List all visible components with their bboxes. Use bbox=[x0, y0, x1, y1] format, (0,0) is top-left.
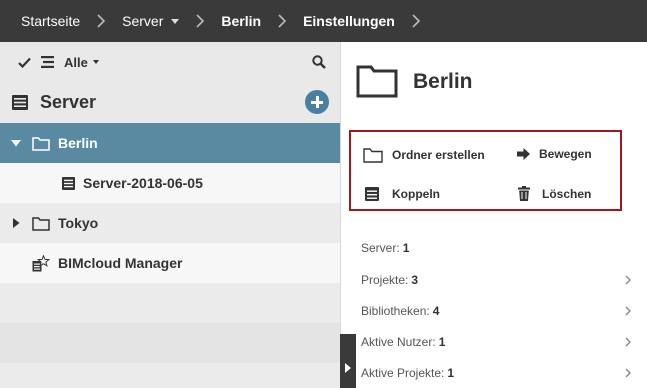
server-section-header: Server bbox=[0, 82, 340, 123]
tree-empty-row bbox=[0, 323, 340, 363]
tree-item-label: Berlin bbox=[58, 135, 98, 151]
breadcrumb-item-berlin[interactable]: Berlin bbox=[221, 13, 261, 29]
tree-item-label: Server-2018-06-05 bbox=[83, 175, 203, 191]
caret-right-icon bbox=[345, 363, 351, 373]
caret-down-icon bbox=[92, 60, 99, 64]
create-folder-button[interactable]: Ordner erstellen bbox=[363, 147, 485, 163]
page-title: Berlin bbox=[413, 70, 473, 93]
tree-item-label: BIMcloud Manager bbox=[58, 255, 183, 271]
details-panel: Berlin Ordner erstellen Bewegen Koppeln … bbox=[340, 42, 647, 388]
chevron-right-icon bbox=[196, 14, 205, 28]
add-server-button[interactable] bbox=[305, 90, 329, 114]
caret-right-icon[interactable] bbox=[13, 218, 20, 228]
server-icon bbox=[62, 176, 75, 190]
action-label: Ordner erstellen bbox=[392, 148, 485, 162]
server-icon bbox=[12, 95, 28, 110]
chevron-right-icon bbox=[412, 14, 420, 28]
manager-icon bbox=[32, 254, 50, 271]
tree-item-bimcloud-manager[interactable]: BIMcloud Manager bbox=[0, 243, 340, 283]
chevron-right-icon[interactable] bbox=[625, 368, 631, 378]
trash-icon bbox=[518, 186, 530, 201]
server-tree-panel: Alle Server Berlin Server-2018-06-05 Tok… bbox=[0, 42, 340, 388]
action-label: Bewegen bbox=[539, 147, 592, 161]
section-title: Server bbox=[40, 92, 97, 112]
stat-value: 3 bbox=[411, 273, 419, 287]
tree-item-tokyo[interactable]: Tokyo bbox=[0, 203, 340, 243]
stat-active-users[interactable]: Aktive Nutzer: 1 bbox=[361, 332, 631, 352]
stat-active-projects[interactable]: Aktive Projekte: 1 bbox=[361, 363, 631, 383]
chevron-right-icon[interactable] bbox=[625, 306, 631, 316]
tree-item-server[interactable]: Server-2018-06-05 bbox=[0, 163, 340, 203]
stat-libraries[interactable]: Bibliotheken: 4 bbox=[361, 301, 631, 321]
folder-icon bbox=[32, 216, 50, 231]
server-icon bbox=[365, 187, 379, 201]
link-button[interactable]: Koppeln bbox=[365, 187, 440, 201]
stat-label: Bibliotheken: bbox=[361, 304, 430, 318]
breadcrumb-item-label: Server bbox=[122, 13, 164, 29]
filter-dropdown[interactable]: Alle bbox=[64, 55, 99, 70]
action-label: Koppeln bbox=[392, 187, 440, 201]
stat-server: Server: 1 bbox=[361, 238, 631, 258]
arrow-right-icon bbox=[517, 148, 530, 160]
caret-down-icon[interactable] bbox=[11, 139, 21, 147]
tree-item-label: Tokyo bbox=[58, 215, 99, 231]
stat-value: 1 bbox=[438, 335, 446, 349]
folder-icon bbox=[32, 136, 50, 151]
panel-collapse-toggle[interactable] bbox=[340, 334, 356, 388]
stat-label: Server: bbox=[361, 241, 400, 255]
chevron-right-icon bbox=[97, 14, 106, 28]
checkmark-icon[interactable] bbox=[18, 57, 31, 68]
move-button[interactable]: Bewegen bbox=[517, 147, 592, 161]
stat-label: Aktive Nutzer: bbox=[361, 335, 436, 349]
tree-empty-row bbox=[0, 283, 340, 323]
chevron-right-icon bbox=[278, 14, 287, 28]
stat-label: Projekte: bbox=[361, 273, 409, 287]
stat-projects[interactable]: Projekte: 3 bbox=[361, 270, 631, 290]
folder-icon bbox=[363, 148, 383, 163]
stat-value: 4 bbox=[432, 304, 440, 318]
delete-button[interactable]: Löschen bbox=[518, 186, 591, 201]
tree-item-berlin[interactable]: Berlin bbox=[0, 123, 340, 163]
actions-box: Ordner erstellen Bewegen Koppeln Löschen bbox=[349, 130, 622, 211]
chevron-right-icon[interactable] bbox=[625, 275, 631, 285]
breadcrumb: Startseite Server Berlin Einstellungen bbox=[0, 0, 647, 42]
filter-label: Alle bbox=[64, 54, 88, 70]
chevron-right-icon[interactable] bbox=[625, 337, 631, 347]
action-label: Löschen bbox=[542, 186, 592, 201]
folder-icon bbox=[356, 65, 398, 98]
breadcrumb-item-server[interactable]: Server bbox=[122, 13, 180, 29]
breadcrumb-item-startseite[interactable]: Startseite bbox=[21, 13, 80, 29]
stat-value: 1 bbox=[402, 241, 410, 255]
stat-label: Aktive Projekte: bbox=[361, 366, 445, 380]
tree-empty-row bbox=[0, 363, 340, 388]
caret-down-icon bbox=[171, 18, 180, 24]
search-icon[interactable] bbox=[312, 55, 326, 69]
list-icon[interactable] bbox=[41, 56, 54, 68]
tree-toolbar: Alle bbox=[0, 42, 340, 82]
breadcrumb-item-einstellungen[interactable]: Einstellungen bbox=[303, 13, 395, 29]
stat-value: 1 bbox=[447, 366, 455, 380]
